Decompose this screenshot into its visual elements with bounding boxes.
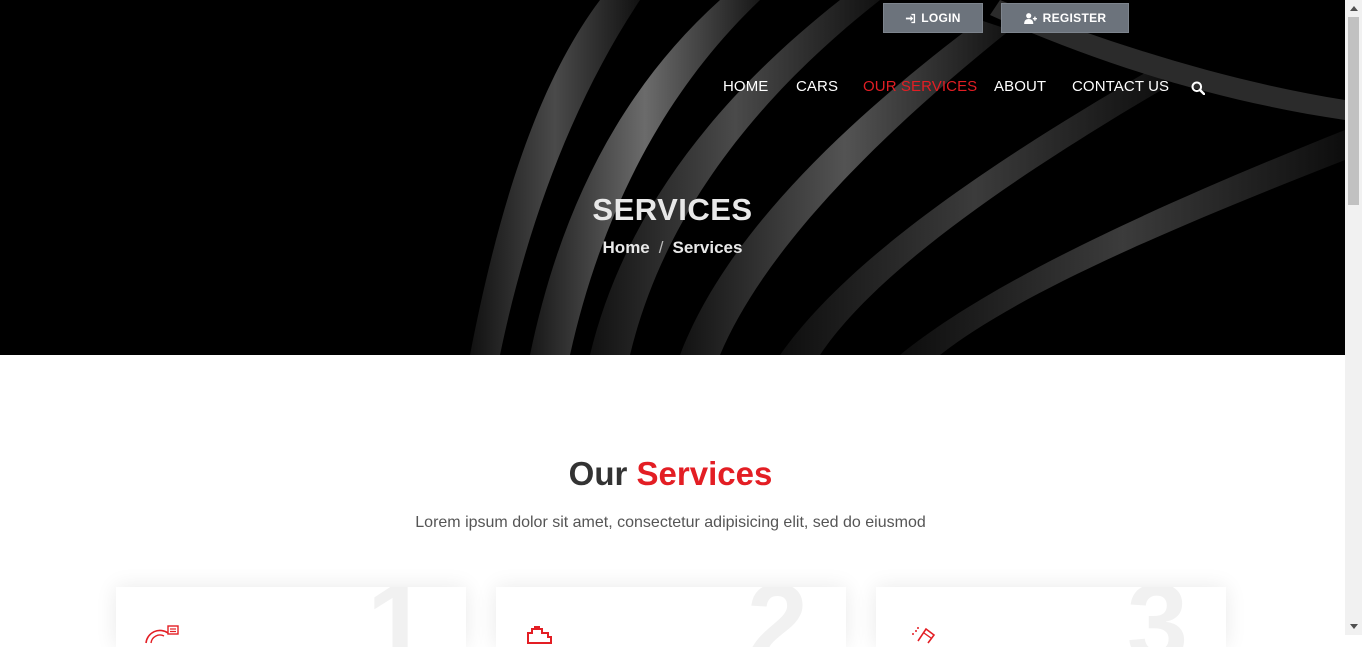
section-subtitle: Lorem ipsum dolor sit amet, consectetur …	[415, 514, 926, 531]
spray-icon	[912, 627, 936, 644]
section-title: Our Services	[0, 455, 1341, 493]
breadcrumb-current: Services	[672, 238, 743, 257]
breadcrumb: Home / Services	[0, 238, 1345, 258]
nav-item-home[interactable]: HOME	[723, 78, 768, 95]
scroll-down-arrow-icon[interactable]	[1345, 618, 1362, 635]
hero-background-image	[470, 0, 1345, 355]
nav-item-cars[interactable]: CARS	[796, 78, 838, 95]
sign-in-icon	[906, 13, 916, 23]
search-icon[interactable]	[1191, 81, 1205, 95]
scroll-up-arrow-icon[interactable]	[1345, 0, 1362, 17]
auth-bar: LOGIN REGISTER	[0, 3, 1345, 33]
register-button[interactable]: REGISTER	[1001, 3, 1129, 33]
speedometer-icon	[145, 625, 179, 644]
service-card[interactable]: 3	[876, 587, 1226, 647]
page-title: SERVICES	[592, 192, 753, 227]
user-plus-icon	[1023, 12, 1037, 24]
register-label: REGISTER	[1042, 11, 1107, 25]
breadcrumb-separator: /	[658, 238, 664, 257]
hero-banner: LOGIN REGISTER HOME CARS OUR SERVICES AB…	[0, 0, 1345, 355]
service-card[interactable]: 1	[116, 587, 466, 647]
breadcrumb-home-link[interactable]: Home	[603, 238, 650, 257]
nav-item-our-services[interactable]: OUR SERVICES	[863, 78, 977, 95]
scrollbar-thumb[interactable]	[1348, 17, 1359, 205]
card-number: 2	[747, 587, 808, 647]
login-label: LOGIN	[921, 11, 961, 25]
section-title-main: Our	[568, 455, 628, 492]
main-navigation: HOME CARS OUR SERVICES ABOUT CONTACT US	[0, 78, 1345, 98]
nav-item-about[interactable]: ABOUT	[994, 78, 1046, 95]
card-number: 3	[1127, 587, 1188, 647]
engine-icon	[527, 626, 552, 644]
page-scrollbar[interactable]	[1345, 0, 1362, 635]
service-card[interactable]: 2	[496, 587, 846, 647]
section-title-accent: Services	[636, 455, 773, 492]
card-number: 1	[367, 587, 428, 647]
nav-item-contact-us[interactable]: CONTACT US	[1072, 78, 1169, 95]
login-button[interactable]: LOGIN	[883, 3, 983, 33]
